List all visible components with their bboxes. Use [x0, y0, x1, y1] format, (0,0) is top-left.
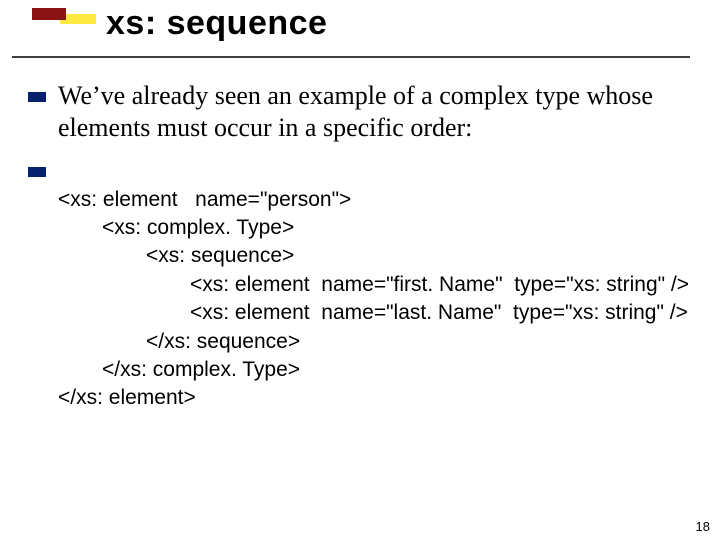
code-line: </xs: element>: [58, 386, 196, 409]
code-line: <xs: element name="last. Name" type="xs:…: [58, 301, 688, 324]
code-line: <xs: element name="person">: [58, 188, 351, 211]
page-number: 18: [696, 519, 710, 534]
bullet-item-intro: We’ve already seen an example of a compl…: [28, 80, 690, 143]
bullet-square-icon: [28, 92, 46, 102]
code-line: </xs: complex. Type>: [58, 358, 300, 381]
bullet-square-icon: [28, 167, 46, 177]
slide-title: xs: sequence: [106, 4, 700, 49]
code-block: <xs: element name="person"> <xs: complex…: [58, 157, 689, 412]
code-line: <xs: element name="first. Name" type="xs…: [58, 273, 689, 296]
code-line: </xs: sequence>: [58, 330, 300, 353]
intro-text: We’ve already seen an example of a compl…: [58, 80, 690, 143]
code-line: <xs: sequence>: [58, 244, 294, 267]
slide-body: We’ve already seen an example of a compl…: [28, 80, 690, 413]
code-line: <xs: complex. Type>: [58, 216, 294, 239]
title-area: xs: sequence: [106, 4, 700, 49]
slide: xs: sequence We’ve already seen an examp…: [0, 0, 720, 540]
bullet-item-code: <xs: element name="person"> <xs: complex…: [28, 157, 690, 412]
title-accent-red: [32, 8, 66, 20]
title-underline: [12, 56, 690, 58]
